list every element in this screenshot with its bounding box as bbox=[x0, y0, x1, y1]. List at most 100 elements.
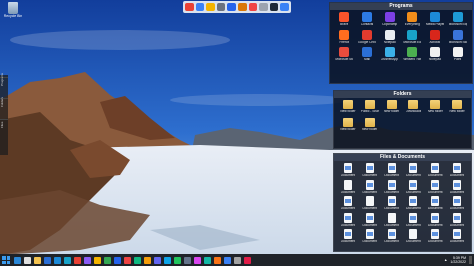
taskbar-app-icon[interactable] bbox=[14, 256, 21, 264]
taskbar-app-icon[interactable] bbox=[24, 256, 31, 264]
folder-shortcut[interactable]: New folder bbox=[337, 117, 359, 132]
document-file[interactable]: Document bbox=[381, 179, 403, 195]
document-file[interactable]: Document bbox=[381, 212, 403, 228]
document-file[interactable]: Document bbox=[424, 229, 446, 244]
taskbar-app-icon[interactable] bbox=[204, 256, 211, 264]
taskbar-app-icon[interactable] bbox=[64, 256, 71, 264]
taskbar-app-icon[interactable] bbox=[164, 256, 171, 264]
program-shortcut[interactable]: Winaero Tweaker bbox=[401, 47, 424, 62]
folder-shortcut[interactable]: New folder bbox=[424, 100, 446, 114]
document-file[interactable]: Document bbox=[359, 229, 381, 244]
document-file[interactable]: Document bbox=[424, 179, 446, 195]
folder-shortcut[interactable]: Public - Shared folder bbox=[359, 100, 381, 114]
taskbar-app-icon[interactable] bbox=[184, 256, 191, 264]
document-file[interactable]: Document bbox=[359, 179, 381, 195]
taskbar-app-icon[interactable] bbox=[174, 256, 181, 264]
toolbar-app-icon[interactable] bbox=[185, 3, 194, 11]
folder-shortcut[interactable]: New folder bbox=[337, 100, 359, 114]
document-file[interactable]: Document bbox=[446, 212, 468, 228]
program-shortcut[interactable]: Firefox bbox=[333, 29, 356, 45]
notifications-icon[interactable] bbox=[469, 256, 472, 264]
document-file[interactable]: Document bbox=[403, 212, 425, 228]
taskbar-app-icon[interactable] bbox=[54, 256, 61, 264]
taskbar-app-icon[interactable] bbox=[114, 256, 121, 264]
program-shortcut[interactable]: Everything bbox=[401, 12, 424, 27]
taskbar-app-icon[interactable] bbox=[244, 256, 251, 264]
document-file[interactable]: Document bbox=[381, 196, 403, 211]
document-file[interactable]: Document bbox=[337, 196, 359, 211]
document-file[interactable]: Document bbox=[337, 229, 359, 244]
taskbar-app-icon[interactable] bbox=[234, 256, 241, 264]
network-icon[interactable]: ▲ bbox=[444, 258, 447, 262]
folder-shortcut[interactable]: New folder bbox=[359, 117, 381, 132]
folders-fence-title[interactable]: Folders bbox=[334, 91, 471, 98]
taskbar-app-icon[interactable] bbox=[44, 256, 51, 264]
taskbar-app-icon[interactable] bbox=[34, 256, 41, 264]
toolbar-app-icon[interactable] bbox=[259, 3, 268, 11]
document-file[interactable]: Document bbox=[403, 196, 425, 211]
toolbar-app-icon[interactable] bbox=[280, 3, 289, 11]
document-file[interactable]: Document bbox=[381, 163, 403, 178]
left-tab-files[interactable]: Files bbox=[0, 119, 8, 138]
document-file[interactable]: Document bbox=[403, 179, 425, 195]
document-file[interactable]: Document bbox=[446, 229, 468, 244]
program-shortcut[interactable]: Microsoft Edge bbox=[401, 29, 424, 45]
program-shortcut[interactable]: Acrobat bbox=[424, 29, 447, 45]
folder-shortcut[interactable]: Downloads bbox=[403, 100, 425, 114]
toolbar-app-icon[interactable] bbox=[237, 3, 247, 11]
toolbar-app-icon[interactable] bbox=[269, 3, 279, 11]
document-file[interactable]: Document bbox=[359, 163, 381, 178]
document-file[interactable]: Document bbox=[446, 179, 468, 195]
toolbar-app-icon[interactable] bbox=[227, 3, 236, 11]
taskbar-app-icon[interactable] bbox=[214, 256, 221, 264]
folder-shortcut[interactable]: New folder bbox=[381, 100, 403, 114]
document-file[interactable]: Document bbox=[424, 212, 446, 228]
files-fence-title[interactable]: Files & Documents bbox=[334, 154, 471, 161]
document-file[interactable]: Document bbox=[359, 212, 381, 228]
folder-label: New folder bbox=[340, 127, 356, 131]
program-shortcut[interactable]: OMWebApp Monitor bbox=[378, 47, 401, 62]
document-file[interactable]: Document bbox=[446, 163, 468, 178]
program-shortcut[interactable]: Microsoft Store bbox=[446, 29, 469, 45]
document-file[interactable]: Document bbox=[446, 196, 468, 211]
programs-fence-title[interactable]: Programs bbox=[330, 3, 472, 10]
taskbar-app-icon[interactable] bbox=[224, 256, 231, 264]
program-shortcut[interactable]: Notepad bbox=[378, 29, 401, 45]
taskbar-app-icon[interactable] bbox=[94, 256, 101, 264]
taskbar-clock[interactable]: 5:39 PM 1/22/2022 bbox=[450, 256, 466, 264]
folder-shortcut[interactable]: New folder bbox=[446, 100, 468, 114]
program-shortcut[interactable]: Microsoft Edge Beta bbox=[446, 12, 469, 27]
program-shortcut[interactable]: Microsoft Store bbox=[333, 47, 356, 62]
program-shortcut[interactable]: Contacts bbox=[356, 12, 379, 27]
taskbar-app-icon[interactable] bbox=[144, 256, 151, 264]
document-file[interactable]: Document bbox=[403, 163, 425, 178]
toolbar-app-icon[interactable] bbox=[248, 3, 258, 11]
taskbar-app-icon[interactable] bbox=[134, 256, 141, 264]
document-file[interactable]: Document bbox=[337, 179, 359, 195]
taskbar-app-icon[interactable] bbox=[194, 256, 201, 264]
document-file[interactable]: Document bbox=[337, 163, 359, 178]
program-shortcut[interactable]: Clipchamp bbox=[378, 12, 401, 27]
program-shortcut[interactable]: Media Player bbox=[424, 12, 447, 27]
toolbar-app-icon[interactable] bbox=[216, 3, 226, 11]
program-shortcut[interactable]: Brave bbox=[333, 12, 356, 27]
taskbar-app-icon[interactable] bbox=[84, 256, 91, 264]
taskbar-app-icon[interactable] bbox=[154, 256, 161, 264]
document-file[interactable]: Document bbox=[424, 163, 446, 178]
document-file[interactable]: Document bbox=[424, 196, 446, 211]
program-shortcut[interactable]: Notepad bbox=[424, 47, 447, 62]
taskbar-app-icon[interactable] bbox=[104, 256, 111, 264]
program-shortcut[interactable]: Paint bbox=[446, 47, 469, 62]
document-file[interactable]: Document bbox=[359, 196, 381, 211]
taskbar-app-icon[interactable] bbox=[124, 256, 131, 264]
document-file[interactable]: Document bbox=[381, 229, 403, 244]
toolbar-app-icon[interactable] bbox=[195, 3, 205, 11]
document-file[interactable]: Document bbox=[403, 229, 425, 244]
program-shortcut[interactable]: Google Chrome bbox=[356, 29, 379, 45]
document-file[interactable]: Document bbox=[337, 212, 359, 228]
taskbar-app-icon[interactable] bbox=[74, 256, 81, 264]
recycle-bin-desktop-icon[interactable]: Recycle Bin bbox=[2, 2, 24, 18]
start-button[interactable] bbox=[2, 256, 10, 264]
program-shortcut[interactable]: Mail bbox=[356, 47, 379, 62]
toolbar-app-icon[interactable] bbox=[206, 3, 215, 11]
